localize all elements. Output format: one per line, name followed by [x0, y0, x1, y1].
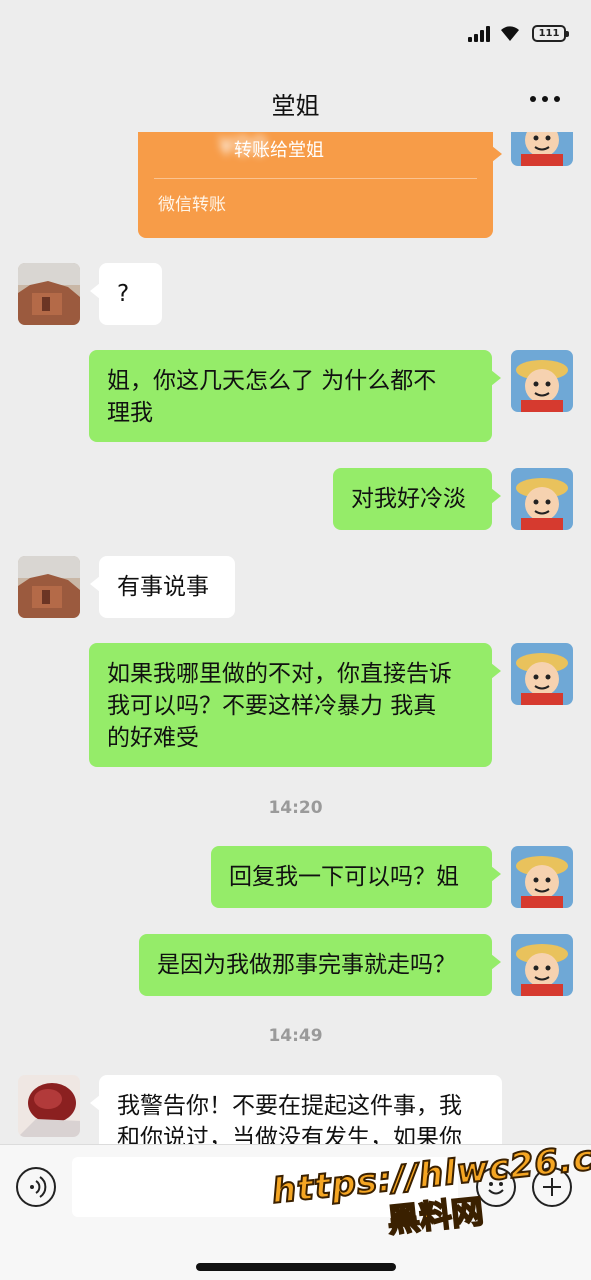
- self-avatar[interactable]: [511, 132, 573, 166]
- message-bubble[interactable]: 我警告你！不要在提起这件事，我 和你说过，当做没有发生，如果你: [90, 1075, 502, 1144]
- self-avatar[interactable]: [511, 934, 573, 996]
- message-bubble[interactable]: 如果我哪里做的不对，你直接告诉 我可以吗？不要这样冷暴力 我真 的好难受: [89, 643, 501, 767]
- message-text: 和你说过，当做没有发生，如果你: [117, 1125, 462, 1144]
- chat-title: 堂姐: [271, 92, 320, 120]
- timestamp: 14:20: [268, 798, 323, 818]
- message-bubble[interactable]: 有事说事: [90, 556, 235, 618]
- wifi-icon: [500, 24, 520, 42]
- message-text: 的好难受: [107, 725, 199, 751]
- message-text: 对我好冷淡: [351, 486, 466, 512]
- contact-avatar[interactable]: [18, 556, 80, 618]
- message-bubble[interactable]: 姐，你这几天怎么了 为什么都不 理我: [89, 350, 501, 442]
- self-avatar[interactable]: [511, 350, 573, 412]
- message-text: 回复我一下可以吗？姐: [229, 864, 459, 890]
- home-indicator[interactable]: [196, 1263, 396, 1271]
- message-text: 我警告你！不要在提起这件事，我: [117, 1093, 462, 1119]
- message-bubble[interactable]: 是因为我做那事完事就走吗？: [139, 934, 501, 996]
- signal-icon: [468, 26, 492, 42]
- transfer-footer: 微信转账: [158, 195, 226, 215]
- contact-avatar[interactable]: [18, 263, 80, 325]
- status-bar: 111: [0, 0, 591, 66]
- message-text: 姐，你这几天怎么了 为什么都不: [107, 368, 437, 394]
- message-text: 理我: [107, 400, 153, 426]
- message-bubble[interactable]: 回复我一下可以吗？姐: [211, 846, 501, 908]
- self-avatar[interactable]: [511, 846, 573, 908]
- message-bubble[interactable]: 对我好冷淡: [333, 468, 501, 530]
- message-bubble[interactable]: ?: [90, 263, 162, 325]
- message-list[interactable]: ¥00 转账给堂姐 微信转账 ? 姐，你这几天怎么了 为什么都不 理我 对我好冷…: [0, 132, 591, 1144]
- message-text: 如果我哪里做的不对，你直接告诉: [107, 661, 452, 687]
- contact-avatar[interactable]: [18, 1075, 80, 1137]
- voice-icon[interactable]: [16, 1167, 56, 1207]
- message-text: 我可以吗？不要这样冷暴力 我真: [107, 693, 437, 719]
- transfer-card[interactable]: ¥00 转账给堂姐 微信转账: [138, 132, 502, 238]
- chat-header: 堂姐: [0, 66, 591, 132]
- message-text: 是因为我做那事完事就走吗？: [157, 952, 456, 978]
- battery-icon: 111: [532, 25, 569, 42]
- timestamp: 14:49: [268, 1026, 323, 1046]
- self-avatar[interactable]: [511, 643, 573, 705]
- more-dots-icon[interactable]: [530, 96, 562, 104]
- message-text: ?: [117, 281, 130, 307]
- self-avatar[interactable]: [511, 468, 573, 530]
- message-text: 有事说事: [117, 574, 209, 600]
- transfer-description: 转账给堂姐: [234, 140, 324, 161]
- transfer-divider: [154, 178, 477, 179]
